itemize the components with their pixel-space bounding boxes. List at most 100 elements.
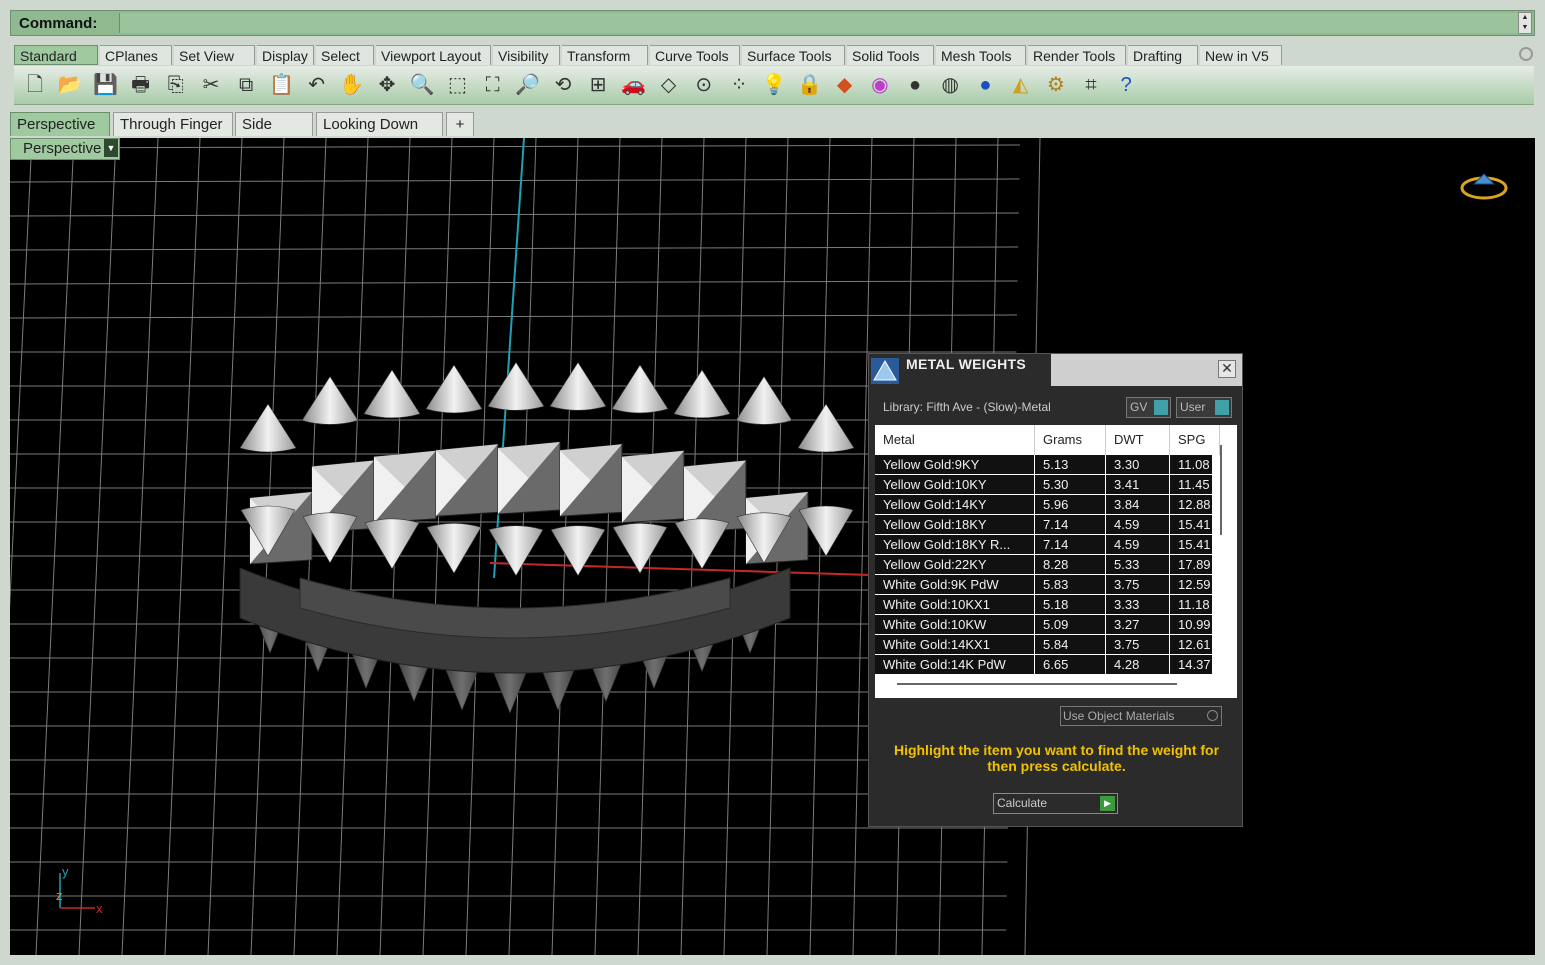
table-row[interactable]: White Gold:14K PdW 6.65 4.28 14.37 [875,655,1215,675]
cell-metal: White Gold:9K PdW [875,575,1035,594]
car-icon[interactable]: 🚗 [620,72,646,98]
help-icon[interactable]: ? [1113,72,1139,98]
undo-icon[interactable]: ↶ [304,72,330,98]
dimension-icon[interactable]: ⌗ [1078,72,1104,98]
settings-gear-icon[interactable] [1519,47,1533,61]
color-icon[interactable]: ◉ [867,72,893,98]
cut-icon[interactable]: ✂ [198,72,224,98]
toolbar-tab-transform[interactable]: Transform [562,45,648,65]
gv-button[interactable]: GV [1126,397,1171,418]
cell-metal: White Gold:10KW [875,615,1035,634]
cplane-icon[interactable]: ◇ [656,72,682,98]
render-icon[interactable]: ● [972,72,998,98]
light-icon[interactable]: 💡 [761,72,787,98]
table-row[interactable]: White Gold:10KW 5.09 3.27 10.99 [875,615,1215,635]
import-icon[interactable]: ⎘ [163,72,189,98]
table-row[interactable]: White Gold:14KX1 5.84 3.75 12.61 [875,635,1215,655]
layer-icon[interactable]: ◆ [832,72,858,98]
toolbar-tab-display[interactable]: Display [257,45,314,65]
viewport-tab-side-view[interactable]: Side View [235,112,313,157]
calculate-button[interactable]: Calculate ▶ [993,793,1118,814]
ring-logo-icon [1460,173,1508,200]
axis-x-label: x [96,901,103,916]
axis-indicator: y z x [56,864,103,916]
column-header-grams[interactable]: Grams [1035,425,1106,455]
render-mode-icon[interactable]: ◍ [937,72,963,98]
cell-dwt: 3.84 [1106,495,1170,514]
cell-spg: 17.89 [1170,555,1213,574]
table-row[interactable]: Yellow Gold:14KY 5.96 3.84 12.88 [875,495,1215,515]
cell-metal: Yellow Gold:10KY [875,475,1035,494]
zoom-window-icon[interactable]: ⬚ [444,72,470,98]
table-row[interactable]: White Gold:9K PdW 5.83 3.75 12.59 [875,575,1215,595]
toolbar-tabs: Standard CPlanes Set View Display Select View… [14,45,1524,66]
viewport-tab-looking-down[interactable]: Looking Down [316,112,443,136]
toolbar-tab-standard[interactable]: Standard [14,45,98,65]
options-gear-icon[interactable]: ⚙ [1043,72,1069,98]
viewport-dropdown-icon[interactable]: ▼ [104,139,118,157]
table-row[interactable]: Yellow Gold:18KY R... 7.14 4.59 15.41 [875,535,1215,555]
pan-icon[interactable]: ✋ [339,72,365,98]
table-row[interactable]: Yellow Gold:10KY 5.30 3.41 11.45 [875,475,1215,495]
toolbar-tab-solid-tools[interactable]: Solid Tools [847,45,934,65]
open-icon[interactable]: 📂 [57,72,83,98]
cell-dwt: 3.27 [1106,615,1170,634]
toolbar-tab-new-in-v5[interactable]: New in V5 [1200,45,1282,65]
toolbar-tab-drafting[interactable]: Drafting [1128,45,1198,65]
toolbar-tab-mesh-tools[interactable]: Mesh Tools [936,45,1026,65]
move-icon[interactable]: ✥ [374,72,400,98]
rotate-view-icon[interactable]: ⟲ [550,72,576,98]
cell-dwt: 3.30 [1106,455,1170,474]
toolbar-tab-cplanes[interactable]: CPlanes [100,45,172,65]
column-header-dwt[interactable]: DWT [1106,425,1170,455]
toolbar-tab-visibility[interactable]: Visibility [493,45,560,65]
paste-icon[interactable]: 📋 [268,72,294,98]
column-header-spg[interactable]: SPG [1170,425,1220,455]
cell-grams: 5.30 [1035,475,1106,494]
viewport-tab-perspective[interactable]: Perspective [10,112,110,136]
table-horizontal-scrollbar[interactable] [897,683,1177,685]
close-icon[interactable]: ✕ [1218,360,1236,378]
table-row[interactable]: Yellow Gold:22KY 8.28 5.33 17.89 [875,555,1215,575]
table-row[interactable]: Yellow Gold:18KY 7.14 4.59 15.41 [875,515,1215,535]
table-vertical-scrollbar[interactable] [1220,445,1222,535]
viewport-tab-through-finger[interactable]: Through Finger [113,112,233,136]
axis-y-label: y [62,864,69,879]
column-header-metal[interactable]: Metal [875,425,1035,455]
new-icon[interactable]: 🗋 [22,72,48,98]
points-icon[interactable]: ⁘ [726,72,752,98]
toolbar-tab-set-view[interactable]: Set View [174,45,255,65]
table-row[interactable]: White Gold:10KX1 5.18 3.33 11.18 [875,595,1215,615]
toolbar-tab-render-tools[interactable]: Render Tools [1028,45,1126,65]
add-viewport-tab-button[interactable]: + [446,112,474,136]
command-input[interactable] [119,13,1519,33]
print-icon[interactable]: 🖶 [128,72,154,98]
toolbar-tab-surface-tools[interactable]: Surface Tools [742,45,845,65]
zoom-selected-icon[interactable]: 🔎 [515,72,541,98]
user-button[interactable]: User [1176,397,1232,418]
osnap-icon[interactable]: ⊙ [691,72,717,98]
shade-icon[interactable]: ● [902,72,928,98]
cell-grams: 8.28 [1035,555,1106,574]
cell-dwt: 3.33 [1106,595,1170,614]
copy-icon[interactable]: ⧉ [233,72,259,98]
zoom-extents-icon[interactable]: ⛶ [480,72,506,98]
cell-metal: White Gold:10KX1 [875,595,1035,614]
table-row[interactable]: Yellow Gold:9KY 5.13 3.30 11.08 [875,455,1215,475]
toolbar-tab-curve-tools[interactable]: Curve Tools [650,45,740,65]
zoom-icon[interactable]: 🔍 [409,72,435,98]
lock-icon[interactable]: 🔒 [796,72,822,98]
toolbar-tab-select[interactable]: Select [316,45,374,65]
viewport-scene: y z x [10,138,1041,955]
command-history-scroll[interactable]: ▲ ▼ [1518,12,1532,34]
use-object-materials-toggle[interactable]: Use Object Materials [1060,706,1222,726]
panel-logo-icon [871,358,899,384]
toolbar-tab-viewport-layout[interactable]: Viewport Layout [376,45,491,65]
four-views-icon[interactable]: ⊞ [585,72,611,98]
save-icon[interactable]: 💾 [92,72,118,98]
metal-table[interactable]: Metal Grams DWT SPG Yellow Gold:9KY 5.13 3.30 1… [875,425,1237,698]
spotlight-icon[interactable]: ◭ [1008,72,1034,98]
perspective-viewport[interactable]: y z x Perspective ▼ [10,138,1535,955]
cell-grams: 5.13 [1035,455,1106,474]
cell-spg: 10.99 [1170,615,1213,634]
